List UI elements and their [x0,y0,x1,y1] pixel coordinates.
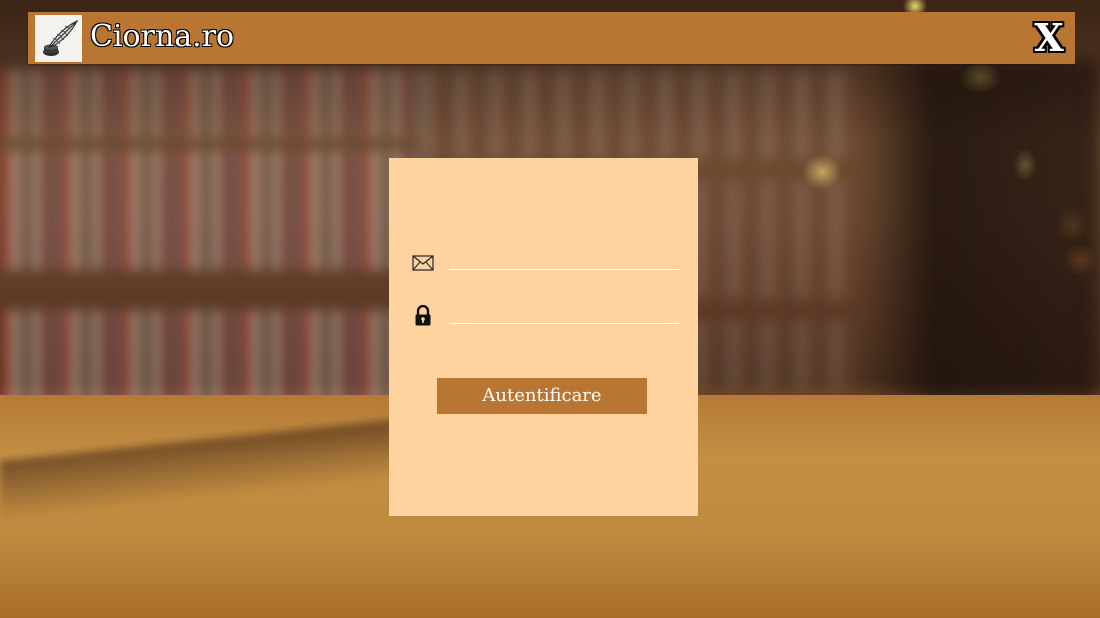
login-screen: Ciorna.ro X Autentificare [0,0,1100,618]
lock-icon [411,304,435,328]
login-button[interactable]: Autentificare [437,378,647,414]
quill-pen-icon [42,19,78,56]
password-field[interactable] [449,301,679,324]
app-title: Ciorna.ro [90,19,235,54]
email-field[interactable] [449,248,679,270]
background-shadow [860,60,1100,400]
email-row [411,248,679,278]
app-logo [35,15,82,62]
bookshelf-blur [0,70,420,140]
login-panel: Autentificare [389,158,698,516]
title-bar: Ciorna.ro X [28,12,1075,64]
close-button[interactable]: X [1029,16,1069,60]
bookshelf-blur [420,70,860,160]
bookshelf-blur [0,150,420,270]
password-row [411,301,679,331]
envelope-icon [411,251,435,275]
